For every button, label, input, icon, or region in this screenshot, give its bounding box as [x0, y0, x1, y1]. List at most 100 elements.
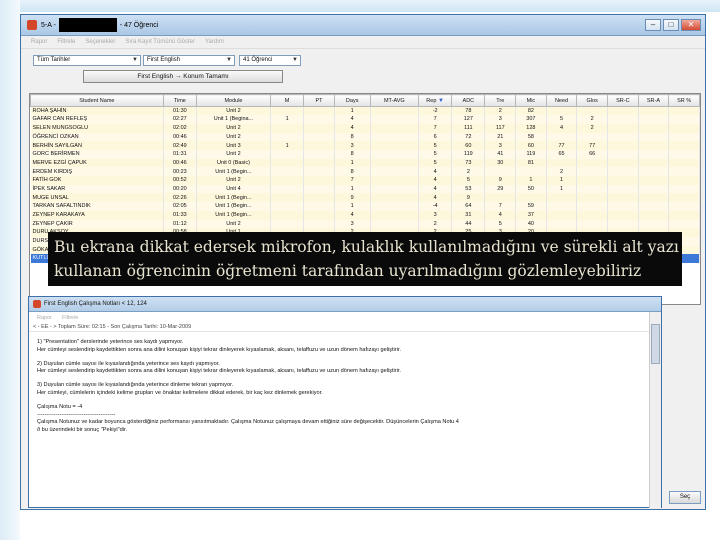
- table-row[interactable]: ERDEM KIRDIŞ 00:23 Unit 1 (Begin... 8 4 2 2: [30, 167, 700, 177]
- table-cell: 82: [515, 106, 547, 116]
- column-header-student-name[interactable]: Student Name: [30, 94, 164, 107]
- column-header-adc[interactable]: ADC: [451, 94, 486, 107]
- note-line: Çalışma Notunuz ve kadar boyunca gösterd…: [37, 419, 459, 426]
- table-cell: [303, 184, 335, 194]
- table-row[interactable]: GORC BERİRMEN 01:31 Unit 2 8 5 119 41 119 65 66: [30, 150, 700, 159]
- table-cell: [638, 150, 670, 159]
- student-count-select[interactable]: 41 Öğrenci ▼: [239, 55, 301, 66]
- column-header-mic[interactable]: Mic: [515, 94, 547, 107]
- table-cell: 02:05: [163, 202, 197, 211]
- table-row[interactable]: MUGE UNSAL 02:26 Unit 1 (Begin... 9 4 9: [30, 193, 700, 203]
- table-cell: 4: [484, 210, 517, 220]
- table-row[interactable]: ROHA ŞAHİN 01:30 Unit 2 1 -2 78 2 82: [30, 106, 700, 116]
- maximize-button[interactable]: □: [663, 19, 679, 31]
- popup-menu-rapor[interactable]: Rapor: [37, 315, 52, 321]
- table-cell: 01:31: [163, 150, 197, 159]
- table-cell: 1: [270, 141, 305, 151]
- table-cell: 4: [418, 176, 453, 185]
- popup-menu-filtrele[interactable]: Filtrele: [62, 315, 79, 321]
- table-row[interactable]: SELEN MUNGSOGLU 02:02 Unit 2 4 7 111 117 128 4 2: [30, 123, 700, 133]
- table-row[interactable]: ÖĞRENCİ OZKAN 00:46 Unit 2 8 6 72 21 58: [30, 132, 700, 142]
- table-cell: 1: [546, 184, 578, 194]
- note-line: Çalışma Notu = -4: [37, 403, 83, 410]
- table-cell: 2: [451, 167, 486, 177]
- date-range-select[interactable]: Tüm Tarihler ▼: [33, 55, 141, 66]
- scrollbar-thumb[interactable]: [651, 324, 660, 364]
- table-row[interactable]: ZEYNEP ÇAKIR 01:12 Unit 2 3 2 44 5 40: [30, 219, 700, 229]
- table-row[interactable]: İPEK SAKAR 00:20 Unit 4 1 4 53 29 50 1: [30, 184, 700, 194]
- subject-value: First English: [147, 57, 181, 63]
- table-cell: 00:52: [163, 176, 197, 185]
- table-cell: Unit 2: [196, 219, 272, 229]
- table-cell: [576, 210, 608, 220]
- table-cell: [270, 123, 305, 133]
- table-cell: 01:30: [163, 106, 197, 116]
- column-header-rep[interactable]: Rep ▼: [418, 94, 453, 107]
- table-row[interactable]: TARKAN SAFALTINDIK 02:05 Unit 1 (Begin... 1…: [30, 202, 700, 211]
- column-header-time[interactable]: Time: [162, 94, 197, 107]
- popup-scrollbar[interactable]: [649, 312, 661, 508]
- table-cell: 58: [515, 132, 547, 142]
- table-cell: 1: [334, 202, 371, 211]
- student-name-cell: FATİH GOK: [30, 176, 164, 185]
- select-button[interactable]: Seç: [669, 491, 701, 504]
- table-cell: 02:49: [163, 141, 197, 151]
- app-icon: [27, 20, 37, 30]
- sort-descending-icon: ▼: [436, 97, 444, 104]
- minimize-button[interactable]: –: [645, 19, 661, 31]
- table-cell: [370, 219, 420, 229]
- menu-rapor[interactable]: Rapor: [31, 39, 47, 45]
- column-header-glos[interactable]: Glos: [576, 94, 608, 107]
- chevron-down-icon: ▼: [226, 57, 232, 63]
- table-row[interactable]: GAFAR CAN REFLEŞ 02:27 Unit 1 (Begina... 1 4…: [30, 115, 700, 124]
- table-cell: 2: [576, 115, 608, 124]
- table-cell: [370, 167, 420, 177]
- close-button[interactable]: ✕: [681, 19, 701, 31]
- table-cell: 37: [515, 210, 547, 220]
- table-cell: 8: [334, 132, 371, 142]
- table-cell: Unit 4: [196, 184, 272, 194]
- menu-secenekler[interactable]: Seçenekler: [85, 39, 115, 45]
- table-row[interactable]: ZEYNEP KARAKAYA 01:33 Unit 1 (Begin... 4 3 31…: [30, 210, 700, 220]
- table-cell: [303, 132, 335, 142]
- subject-module-button[interactable]: First English → Konum Tamamı: [83, 70, 283, 83]
- table-cell: [607, 132, 639, 142]
- note-line: 3) Duyulan cümle sayısı ile kıyaslandığı…: [37, 382, 234, 389]
- note-line: 2) Duyulan cümle sayısı ile kıyaslandığı…: [37, 360, 220, 367]
- table-cell: [270, 219, 305, 229]
- column-header-m[interactable]: M: [269, 94, 305, 107]
- column-header-days[interactable]: Days: [333, 94, 371, 107]
- table-cell: Unit 2: [196, 106, 272, 116]
- table-cell: Unit 2: [196, 132, 272, 142]
- menu-show-all[interactable]: Sıra Kayıt Tümünü Göster: [125, 39, 195, 45]
- table-cell: 2: [418, 219, 453, 229]
- table-cell: [638, 219, 670, 229]
- table-cell: 1: [334, 158, 371, 168]
- table-cell: 4: [546, 123, 578, 133]
- column-header-tre[interactable]: Tre: [484, 94, 517, 107]
- column-header-sr-a[interactable]: SR-A: [637, 94, 670, 107]
- column-header-mt-avg[interactable]: MT-AVG: [369, 94, 420, 107]
- menu-yardim[interactable]: Yardım: [205, 39, 224, 45]
- column-header-sr-c[interactable]: SR-C: [607, 94, 639, 107]
- table-row[interactable]: FATİH GOK 00:52 Unit 2745911: [30, 176, 700, 185]
- subject-select[interactable]: First English ▼: [143, 55, 235, 66]
- column-header-module[interactable]: Module: [195, 94, 272, 107]
- student-count-value: 41 Öğrenci: [243, 57, 273, 63]
- student-name-cell: MUGE UNSAL: [30, 193, 164, 203]
- note-line: ----------------------------------------…: [37, 411, 116, 418]
- table-row[interactable]: MERVE EZGİ ÇAPUK 00:46 Unit 0 (Basic) 1 5 73 3…: [30, 158, 700, 168]
- student-name-cell: MERVE EZGİ ÇAPUK: [30, 158, 164, 168]
- table-cell: [546, 210, 578, 220]
- table-cell: [576, 176, 608, 185]
- menu-filtrele[interactable]: Filtrele: [57, 39, 75, 45]
- table-row[interactable]: BERHİN SAYILGAN 02:49 Unit 3 1 3 5 60 3 60 77 77: [30, 141, 700, 151]
- table-cell: [607, 193, 639, 203]
- table-cell: [546, 158, 578, 168]
- column-header-sr-[interactable]: SR %: [668, 94, 700, 107]
- table-cell: 44: [451, 219, 486, 229]
- table-cell: [668, 115, 700, 124]
- table-cell: 3: [484, 115, 517, 124]
- column-header-pt[interactable]: PT: [303, 94, 335, 107]
- column-header-need[interactable]: Need: [545, 94, 578, 107]
